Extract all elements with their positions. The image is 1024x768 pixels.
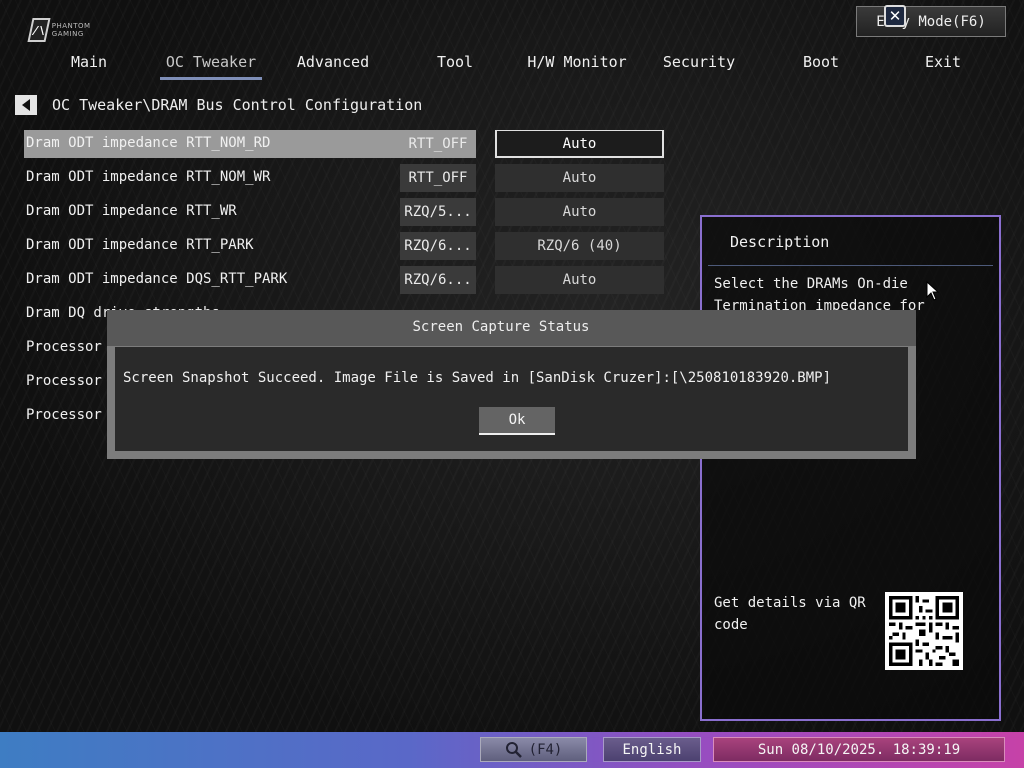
screen-capture-dialog: Screen Capture Status Screen Snapshot Su… <box>107 310 916 459</box>
description-panel: Description Select the DRAMs On-die Term… <box>700 215 1001 721</box>
tab-hw-monitor[interactable]: H/W Monitor <box>516 50 638 80</box>
setting-row-rtt-nom-rd[interactable]: Dram ODT impedance RTT_NOM_RD RTT_OFF Au… <box>24 130 664 158</box>
back-button[interactable] <box>15 95 37 115</box>
qr-label: Get details via QR code <box>714 595 866 633</box>
description-title: Description <box>730 233 830 251</box>
main-nav: Main OC Tweaker Advanced Tool H/W Monito… <box>28 50 1004 80</box>
setting-current-value: RZQ/6... <box>400 266 476 294</box>
setting-label: Dram ODT impedance RTT_PARK <box>26 237 254 253</box>
datetime-display: Sun 08/10/2025. 18:39:19 <box>713 737 1005 762</box>
setting-option-select[interactable]: RZQ/6 (40) <box>495 232 664 260</box>
tab-main[interactable]: Main <box>28 50 150 80</box>
language-button[interactable]: English <box>603 737 701 762</box>
setting-option-select[interactable]: Auto <box>495 198 664 226</box>
tab-security[interactable]: Security <box>638 50 760 80</box>
setting-current-value: RZQ/5... <box>400 198 476 226</box>
setting-row-dqs-rtt-park[interactable]: Dram ODT impedance DQS_RTT_PARK RZQ/6...… <box>24 266 664 294</box>
setting-label: Dram ODT impedance RTT_NOM_RD <box>26 135 271 151</box>
dialog-title: Screen Capture Status <box>412 319 590 335</box>
tab-boot[interactable]: Boot <box>760 50 882 80</box>
setting-label: Processor <box>26 373 102 389</box>
logo-text: PHANTOM GAMING <box>51 22 91 38</box>
phantom-gaming-logo: /\ PHANTOM GAMING <box>27 16 108 44</box>
setting-label: Dram ODT impedance DQS_RTT_PARK <box>26 271 288 287</box>
setting-label: Dram ODT impedance RTT_NOM_WR <box>26 169 271 185</box>
setting-label: Dram ODT impedance RTT_WR <box>26 203 237 219</box>
setting-label: Processor <box>26 339 102 355</box>
mouse-cursor-icon <box>926 280 940 301</box>
tab-advanced[interactable]: Advanced <box>272 50 394 80</box>
easy-mode-button[interactable]: Easy Mode(F6) <box>856 6 1006 37</box>
qr-code-icon <box>885 592 963 670</box>
setting-option-select[interactable]: Auto <box>495 164 664 192</box>
search-icon <box>505 741 522 758</box>
setting-current-value: RZQ/6... <box>400 232 476 260</box>
close-icon[interactable]: ✕ <box>884 5 906 27</box>
setting-option-select[interactable]: Auto <box>495 266 664 294</box>
setting-label: Processor <box>26 407 102 423</box>
setting-row-rtt-nom-wr[interactable]: Dram ODT impedance RTT_NOM_WR RTT_OFF Au… <box>24 164 664 192</box>
dialog-message: Screen Snapshot Succeed. Image File is S… <box>123 370 832 386</box>
ok-button[interactable]: Ok <box>479 407 555 435</box>
tab-exit[interactable]: Exit <box>882 50 1004 80</box>
setting-option-select[interactable]: Auto <box>495 130 664 158</box>
dialog-header: Screen Capture Status <box>107 310 916 346</box>
dialog-body: Screen Snapshot Succeed. Image File is S… <box>115 347 908 451</box>
setting-current-value: RTT_OFF <box>408 136 468 152</box>
search-button[interactable]: (F4) <box>480 737 587 762</box>
search-shortcut: (F4) <box>528 741 563 758</box>
setting-row-rtt-park[interactable]: Dram ODT impedance RTT_PARK RZQ/6... RZQ… <box>24 232 664 260</box>
tab-tool[interactable]: Tool <box>394 50 516 80</box>
tab-oc-tweaker[interactable]: OC Tweaker <box>150 50 272 80</box>
logo-mark-icon: /\ <box>27 18 51 42</box>
back-arrow-icon <box>22 99 30 111</box>
description-divider <box>708 265 993 266</box>
breadcrumb: OC Tweaker\DRAM Bus Control Configuratio… <box>52 96 423 114</box>
setting-current-value: RTT_OFF <box>400 164 476 192</box>
setting-row-rtt-wr[interactable]: Dram ODT impedance RTT_WR RZQ/5... Auto <box>24 198 664 226</box>
